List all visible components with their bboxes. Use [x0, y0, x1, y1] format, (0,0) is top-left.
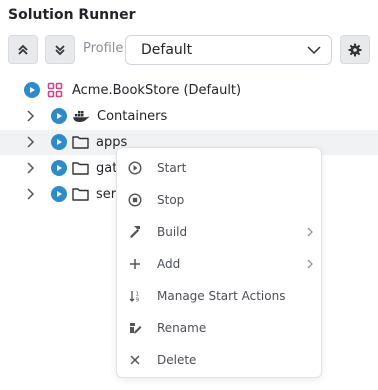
- profile-select[interactable]: Default: [125, 35, 332, 65]
- settings-button[interactable]: [340, 35, 370, 64]
- panel-title: Solution Runner: [8, 7, 136, 23]
- tree-item[interactable]: serv: [51, 182, 124, 206]
- pencil-icon: [127, 320, 143, 336]
- docker-icon: [73, 111, 89, 122]
- tree-root-row[interactable]: Acme.BookStore (Default): [24, 78, 241, 102]
- menu-item-add[interactable]: Add: [117, 249, 323, 279]
- play-icon[interactable]: [51, 134, 67, 150]
- expand-all-button[interactable]: [8, 35, 38, 64]
- play-icon[interactable]: [51, 108, 67, 124]
- menu-item-build[interactable]: Build: [117, 217, 323, 247]
- project-icon: [47, 82, 63, 98]
- tree-item[interactable]: Containers: [51, 104, 167, 128]
- menu-item-delete[interactable]: Delete: [117, 345, 323, 375]
- play-icon[interactable]: [24, 82, 40, 98]
- gear-icon: [348, 43, 362, 56]
- hammer-icon: [127, 224, 143, 240]
- x-icon: [127, 352, 143, 368]
- tree-item-label: Containers: [97, 108, 168, 124]
- plus-icon: [127, 256, 143, 272]
- chevron-right-icon[interactable]: [25, 162, 35, 174]
- context-menu: Start Stop Build Add 19 Manage Start Act…: [116, 147, 322, 378]
- tree-root-label: Acme.BookStore (Default): [72, 82, 242, 98]
- profile-select-value: Default: [141, 42, 193, 58]
- menu-item-label: Rename: [157, 321, 207, 335]
- chevron-right-icon: [307, 227, 313, 237]
- double-chevron-up-icon: [18, 44, 28, 55]
- svg-text:9: 9: [136, 298, 140, 304]
- sort-icon: 19: [127, 288, 143, 304]
- play-icon[interactable]: [51, 186, 67, 202]
- folder-icon: [72, 188, 89, 201]
- folder-icon: [72, 162, 89, 175]
- chevron-down-icon: [307, 46, 321, 55]
- menu-item-rename[interactable]: Rename: [117, 313, 323, 343]
- double-chevron-down-icon: [55, 44, 65, 55]
- chevron-right-icon[interactable]: [25, 136, 35, 148]
- menu-item-label: Build: [157, 225, 188, 239]
- folder-icon: [72, 136, 89, 149]
- menu-item-manage-start-actions[interactable]: 19 Manage Start Actions: [117, 281, 323, 311]
- menu-item-start[interactable]: Start: [117, 153, 323, 183]
- play-icon[interactable]: [51, 160, 67, 176]
- chevron-right-icon: [307, 259, 313, 269]
- menu-item-label: Stop: [157, 193, 185, 207]
- tree-item[interactable]: gat: [51, 156, 117, 180]
- menu-item-label: Add: [157, 257, 181, 271]
- play-circle-icon: [127, 160, 143, 176]
- stop-circle-icon: [127, 192, 143, 208]
- menu-item-stop[interactable]: Stop: [117, 185, 323, 215]
- menu-item-label: Start: [157, 161, 187, 175]
- chevron-right-icon[interactable]: [25, 188, 35, 200]
- chevron-right-icon[interactable]: [25, 110, 35, 122]
- menu-item-label: Delete: [157, 353, 197, 367]
- tree-item-label: gat: [96, 160, 118, 176]
- profile-label: Profile:: [83, 41, 128, 56]
- menu-item-label: Manage Start Actions: [157, 289, 286, 303]
- collapse-all-button[interactable]: [45, 35, 75, 64]
